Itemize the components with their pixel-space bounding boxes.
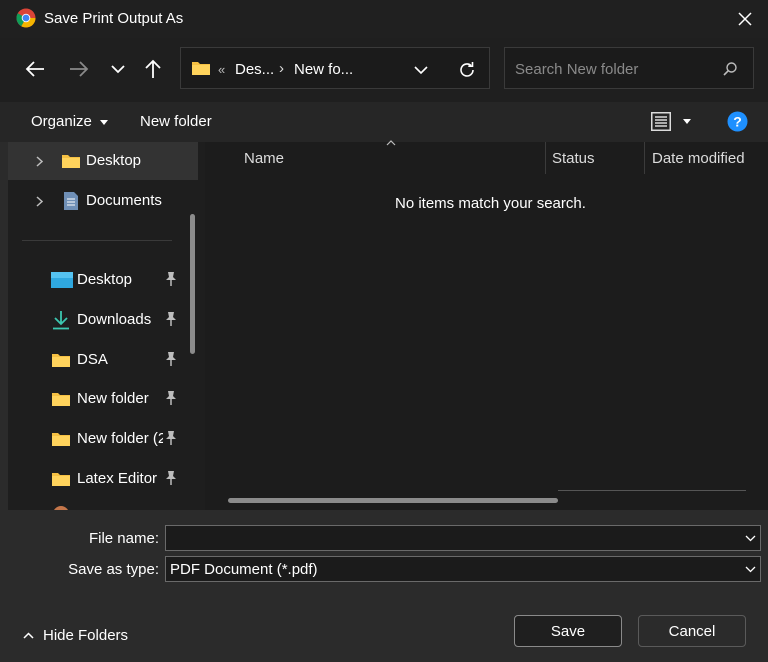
close-button[interactable]	[730, 4, 760, 34]
view-options-button[interactable]	[649, 110, 697, 134]
sidebar-item-dsa[interactable]: DSA	[8, 341, 198, 379]
folder-icon	[192, 62, 210, 75]
chrome-icon	[16, 8, 36, 28]
address-separator[interactable]: ›	[279, 60, 284, 77]
forward-arrow-icon	[70, 61, 89, 77]
chevron-right-icon[interactable]	[36, 156, 43, 167]
folder-icon	[62, 155, 80, 168]
address-segment-new-folder[interactable]: New fo...	[294, 61, 353, 78]
close-icon	[738, 12, 752, 26]
back-button[interactable]	[20, 54, 50, 84]
navigation-pane[interactable]: Desktop Documents Desktop Downloads DSA …	[8, 142, 205, 510]
sidebar-item-label: New folder	[77, 390, 149, 407]
window-title: Save Print Output As	[44, 10, 184, 27]
save-as-type-value: PDF Document (*.pdf)	[170, 561, 318, 578]
sidebar-item-desktop[interactable]: Desktop	[8, 261, 198, 299]
pin-icon[interactable]	[164, 271, 178, 287]
desktop-icon	[51, 272, 73, 288]
file-name-label: File name:	[88, 530, 159, 547]
sidebar-item-label: Latex Editor	[77, 470, 158, 487]
column-separator[interactable]	[644, 142, 645, 174]
pin-icon[interactable]	[164, 390, 178, 406]
column-separator[interactable]	[545, 142, 546, 174]
svg-text:?: ?	[733, 114, 742, 130]
caret-down-icon	[683, 119, 691, 124]
search-icon[interactable]	[722, 61, 738, 77]
list-divider	[558, 490, 746, 491]
download-icon	[53, 311, 69, 330]
sidebar-divider	[22, 240, 172, 241]
sort-ascending-icon	[386, 140, 396, 146]
up-arrow-icon	[145, 59, 161, 78]
hide-folders-label: Hide Folders	[43, 627, 129, 644]
file-name-field[interactable]	[165, 525, 761, 551]
column-header-date-modified[interactable]: Date modified	[652, 150, 745, 167]
column-header-status[interactable]: Status	[552, 150, 595, 167]
recent-locations-button[interactable]	[103, 54, 133, 84]
back-arrow-icon	[25, 61, 44, 77]
help-icon[interactable]: ?	[727, 111, 748, 132]
sidebar-item-desktop-tree[interactable]: Desktop	[8, 142, 198, 180]
refresh-button[interactable]	[452, 55, 482, 85]
document-icon	[64, 192, 78, 210]
search-box[interactable]	[504, 47, 754, 89]
save-as-type-label: Save as type:	[68, 561, 159, 578]
pin-icon[interactable]	[164, 430, 178, 446]
folder-icon	[52, 473, 70, 486]
save-as-type-select[interactable]: PDF Document (*.pdf)	[165, 556, 761, 582]
cancel-label: Cancel	[668, 622, 716, 640]
empty-message: No items match your search.	[395, 195, 586, 212]
save-button[interactable]: Save	[514, 615, 622, 647]
refresh-icon	[460, 62, 474, 77]
sidebar-item-documents-tree[interactable]: Documents	[8, 182, 198, 220]
chevron-up-icon	[23, 632, 34, 639]
address-segment-desktop[interactable]: Des...	[235, 61, 274, 78]
organize-label: Organize	[31, 113, 92, 130]
chevron-right-icon[interactable]	[36, 196, 43, 207]
sidebar-item-label: Desktop	[77, 271, 133, 288]
sidebar-item-label: DSA	[77, 351, 108, 368]
sidebar-item-latex-editor[interactable]: Latex Editor	[8, 460, 198, 498]
folder-icon	[52, 354, 70, 367]
sidebar-item-label: Downloads	[77, 311, 152, 328]
save-label: Save	[550, 622, 586, 640]
column-header-name[interactable]: Name	[244, 150, 284, 167]
sidebar-item-label: New folder (2	[77, 430, 163, 447]
new-folder-label: New folder	[140, 113, 212, 130]
folder-icon	[52, 393, 70, 406]
new-folder-button[interactable]: New folder	[140, 113, 212, 130]
sidebar-scrollbar[interactable]	[190, 214, 195, 354]
chevron-down-icon[interactable]	[745, 535, 756, 542]
chevron-down-icon[interactable]	[745, 566, 756, 573]
up-button[interactable]	[138, 54, 168, 84]
forward-button[interactable]	[64, 54, 94, 84]
sidebar-item-new-folder[interactable]: New folder	[8, 380, 198, 418]
file-list-scrollbar[interactable]	[228, 498, 558, 503]
user-folder-icon	[53, 506, 69, 510]
sidebar-item-new-folder-2[interactable]: New folder (2	[8, 420, 198, 458]
sidebar-item-downloads[interactable]: Downloads	[8, 301, 198, 339]
folder-icon	[52, 433, 70, 446]
view-details-icon	[651, 112, 671, 131]
chevron-down-icon	[111, 65, 125, 74]
pin-icon[interactable]	[164, 351, 178, 367]
caret-down-icon	[100, 119, 109, 125]
sidebar-item-label: Documents	[86, 192, 162, 209]
pin-icon[interactable]	[164, 311, 178, 327]
chevron-down-icon	[414, 66, 428, 75]
organize-button[interactable]: Organize	[31, 113, 109, 130]
search-input[interactable]	[513, 57, 717, 81]
pin-icon[interactable]	[164, 470, 178, 486]
address-overflow[interactable]: «	[218, 62, 225, 77]
address-dropdown-button[interactable]	[406, 55, 436, 85]
sidebar-item-label: Desktop	[86, 152, 142, 169]
cancel-button[interactable]: Cancel	[638, 615, 746, 647]
